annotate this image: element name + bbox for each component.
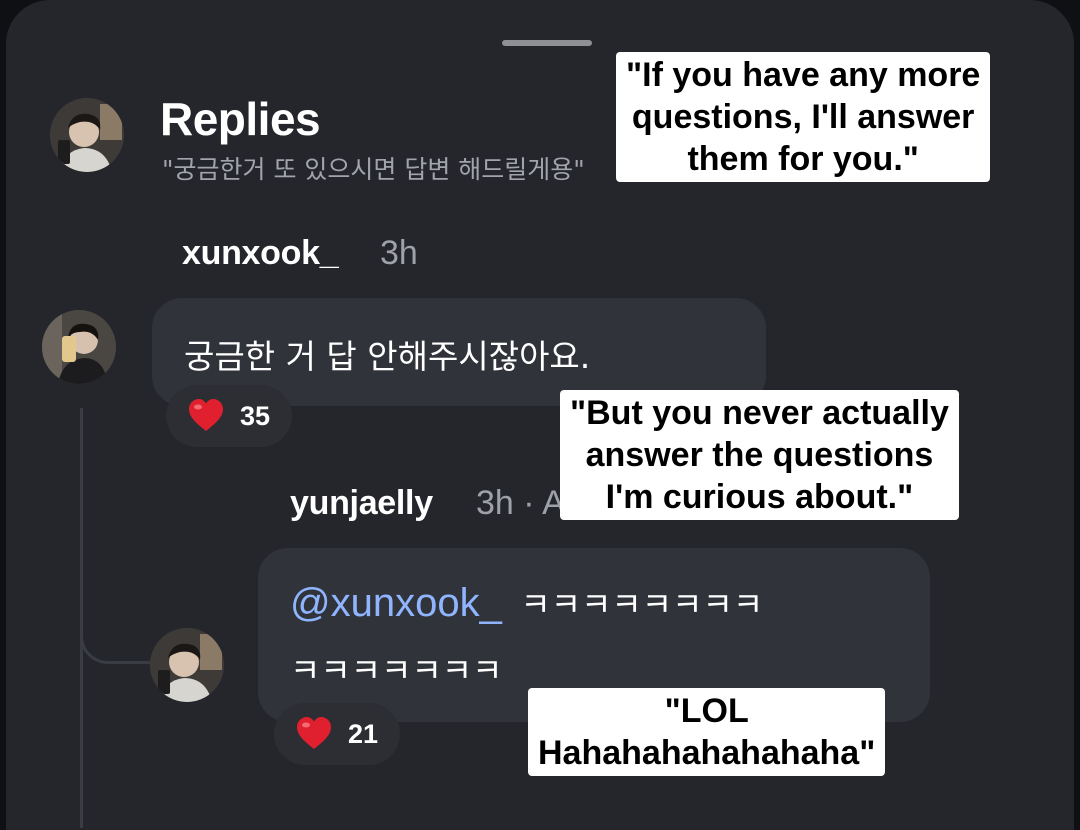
- translation-caption-bottom: "LOL Hahahahahahahaha": [528, 688, 886, 776]
- mention-link[interactable]: @xunxook_: [290, 581, 502, 625]
- sheet-drag-handle[interactable]: [502, 40, 592, 46]
- red-heart-icon: [189, 399, 223, 431]
- post-excerpt: "궁금한거 또 있으시면 답변 해드릴게용": [162, 155, 585, 184]
- page-title: Replies: [160, 93, 321, 145]
- translation-caption-middle: "But you never actually answer the quest…: [560, 390, 959, 520]
- reply-text-line1: @xunxook_ ㅋㅋㅋㅋㅋㅋㅋㅋ: [290, 578, 763, 626]
- red-heart-icon: [297, 717, 331, 749]
- reaction-pill[interactable]: 21: [274, 703, 401, 765]
- comment-username[interactable]: xunxook_: [182, 234, 339, 273]
- comment-timestamp: 3h: [380, 234, 418, 272]
- reply-text-line2: ㅋㅋㅋㅋㅋㅋㅋ: [290, 651, 503, 690]
- post-author-avatar[interactable]: [50, 98, 124, 172]
- reply-laugh-text: ㅋㅋㅋㅋㅋㅋㅋㅋ: [520, 585, 764, 624]
- reply-username[interactable]: yunjaelly: [290, 484, 433, 523]
- comment-text: 궁금한 거 답 안해주시잖아요.: [184, 337, 591, 376]
- like-count: 21: [348, 718, 379, 749]
- commenter-avatar[interactable]: [42, 310, 116, 384]
- reaction-pill[interactable]: 35: [166, 385, 293, 447]
- like-count: 35: [240, 400, 271, 431]
- thread-connector: [80, 600, 150, 664]
- replier-avatar[interactable]: [150, 628, 224, 702]
- translation-caption-top: "If you have any more questions, I'll an…: [616, 52, 991, 182]
